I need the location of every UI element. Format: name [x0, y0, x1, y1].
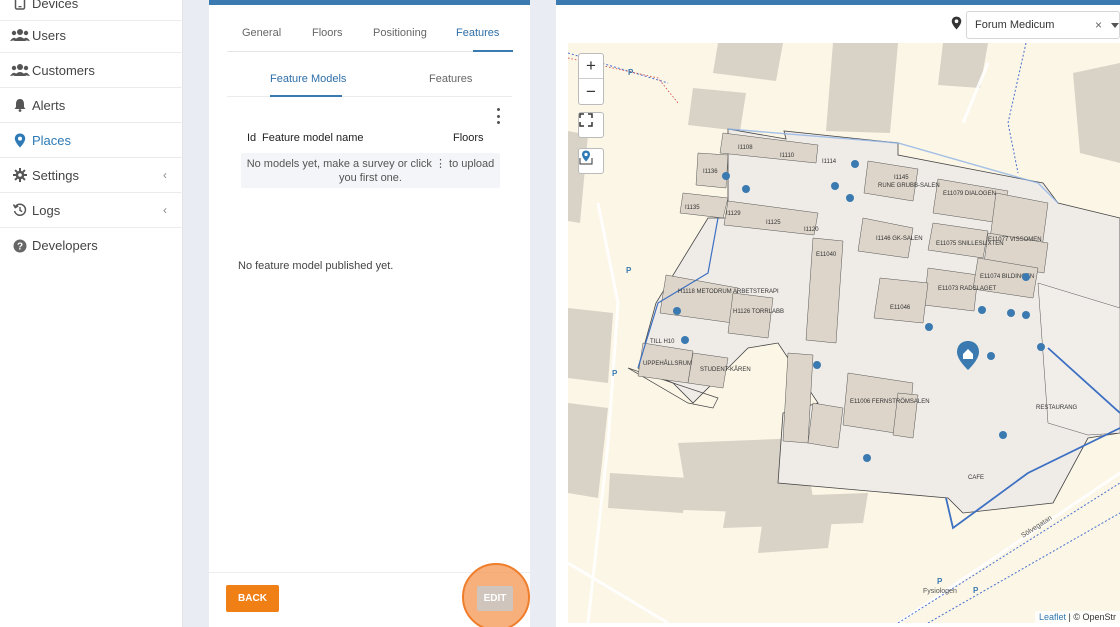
device-icon [10, 0, 30, 10]
sidebar-item-settings[interactable]: Settings ‹ [0, 158, 183, 193]
column-header-id: Id [247, 132, 257, 144]
svg-text:E11073 RADSLAGET: E11073 RADSLAGET [938, 286, 997, 292]
bell-icon [10, 98, 30, 112]
poi-label: Fysiologen [923, 588, 957, 595]
locate-button[interactable] [578, 148, 604, 174]
location-pin-icon [10, 133, 30, 148]
feature-subtabs: Feature Models Features [227, 68, 512, 97]
svg-text:RESTAURANG: RESTAURANG [1036, 405, 1078, 411]
map-accent-bar [556, 0, 1120, 5]
column-header-name: Feature model name [262, 132, 364, 144]
sidebar-item-label: Customers [32, 62, 95, 78]
sidebar-item-label: Devices [32, 0, 79, 11]
tab-floors[interactable]: Floors [312, 27, 343, 39]
svg-text:I1120: I1120 [804, 227, 819, 233]
active-tab-indicator [473, 50, 513, 52]
sidebar-item-logs[interactable]: Logs ‹ [0, 193, 183, 228]
gear-icon [10, 168, 30, 182]
sidebar-item-label: Places [32, 132, 72, 148]
svg-text:I1114: I1114 [822, 159, 837, 165]
more-options-icon[interactable] [494, 108, 502, 124]
location-pin-icon [951, 16, 962, 35]
svg-text:P: P [973, 586, 979, 595]
sidebar-item-alerts[interactable]: Alerts [0, 88, 183, 123]
zoom-control: + − [578, 53, 604, 105]
sidebar-item-places[interactable]: Places [0, 123, 183, 158]
panel-accent-bar [209, 0, 530, 5]
street-label: Sölvegatan [1020, 515, 1053, 540]
svg-text:E11046: E11046 [890, 305, 911, 311]
empty-models-message: No models yet, make a survey or click ⋮ … [241, 153, 500, 188]
sidebar-item-users[interactable]: Users [0, 18, 183, 53]
chevron-down-icon[interactable] [1111, 23, 1119, 28]
place-select[interactable]: Forum Medicum × [966, 11, 1120, 39]
column-header-floors: Floors [453, 132, 484, 144]
svg-text:I1129: I1129 [726, 211, 741, 217]
svg-text:I1110: I1110 [780, 153, 795, 159]
help-icon: ? [10, 239, 30, 253]
svg-text:TILL H10: TILL H10 [650, 339, 675, 345]
active-subtab-indicator [270, 95, 342, 97]
history-icon [10, 203, 30, 217]
svg-text:E11079 DIALOGEN: E11079 DIALOGEN [943, 191, 996, 197]
tab-general[interactable]: General [242, 27, 281, 39]
svg-text:CAFE: CAFE [968, 475, 984, 481]
svg-text:?: ? [17, 241, 23, 252]
sidebar-item-customers[interactable]: Customers [0, 53, 183, 88]
attribution-text: | © OpenStr [1066, 612, 1117, 622]
tab-positioning[interactable]: Positioning [373, 27, 427, 39]
svg-text:I1136: I1136 [703, 169, 718, 175]
tab-feature-list[interactable]: Features [429, 73, 472, 85]
map-canvas: I1108 I1110 I1114 I1145 I1136 RUNE GRUBB… [568, 43, 1120, 623]
zoom-out-button[interactable]: − [579, 79, 603, 104]
sidebar-item-developers[interactable]: ? Developers [0, 228, 183, 263]
back-button[interactable]: BACK [226, 585, 279, 612]
svg-text:H1118 METODRUM ARBETSTERAPI: H1118 METODRUM ARBETSTERAPI [678, 289, 779, 295]
sidebar: Devices Users Customers Alerts Places Se… [0, 0, 183, 627]
svg-text:I1125: I1125 [766, 220, 781, 226]
tab-feature-models[interactable]: Feature Models [270, 73, 346, 85]
sidebar-item-label: Logs [32, 202, 61, 218]
clear-icon[interactable]: × [1095, 18, 1102, 32]
svg-text:I1135: I1135 [685, 205, 700, 211]
chevron-left-icon: ‹ [163, 168, 167, 182]
sidebar-item-label: Settings [32, 167, 79, 183]
no-published-message: No feature model published yet. [238, 260, 394, 272]
map-panel: Forum Medicum × I1108 I1110 I1114 I1145 … [556, 0, 1120, 627]
chevron-left-icon: ‹ [163, 203, 167, 217]
svg-text:H1126 TORRLABB: H1126 TORRLABB [733, 309, 784, 315]
sidebar-item-label: Developers [32, 238, 98, 253]
sidebar-item-label: Alerts [32, 97, 66, 113]
svg-text:P: P [937, 577, 943, 586]
place-select-value: Forum Medicum [975, 19, 1055, 31]
svg-text:I1108: I1108 [738, 145, 753, 151]
svg-text:I1146 GK-SALEN: I1146 GK-SALEN [876, 236, 923, 242]
floor-map[interactable]: I1108 I1110 I1114 I1145 I1136 RUNE GRUBB… [568, 43, 1120, 623]
users-icon [10, 28, 30, 42]
edit-button[interactable]: EDIT [477, 586, 513, 611]
sidebar-item-label: Users [32, 27, 66, 43]
svg-text:UPPEHÅLLSRUM: UPPEHÅLLSRUM [643, 360, 692, 367]
empty-message-line-1: No models yet, make a survey or click ⋮ … [246, 158, 495, 170]
empty-message-line-2: you first one. [339, 172, 402, 184]
customers-icon [10, 63, 30, 77]
svg-text:P: P [626, 266, 632, 275]
tab-features[interactable]: Features [456, 27, 499, 39]
locate-icon [579, 150, 593, 165]
svg-text:E11040: E11040 [816, 252, 837, 258]
svg-text:I1145: I1145 [894, 175, 909, 181]
zoom-in-button[interactable]: + [579, 54, 603, 79]
svg-text:P: P [612, 369, 618, 378]
leaflet-link[interactable]: Leaflet [1039, 612, 1066, 622]
fullscreen-button[interactable] [578, 112, 604, 138]
fullscreen-icon [579, 113, 593, 127]
place-features-panel: General Floors Positioning Features Feat… [209, 0, 530, 627]
svg-text:E11006 FERNSTRÖMSALEN: E11006 FERNSTRÖMSALEN [850, 398, 930, 405]
svg-text:E11077 VISSOMEN: E11077 VISSOMEN [988, 237, 1042, 243]
map-attribution: Leaflet | © OpenStr [1034, 611, 1120, 623]
svg-text:RUNE GRUBB-SALEN: RUNE GRUBB-SALEN [878, 183, 940, 189]
svg-text:STUDENT-KÅREN: STUDENT-KÅREN [700, 366, 751, 373]
place-tabs: General Floors Positioning Features [227, 22, 513, 52]
svg-text:P: P [628, 68, 634, 77]
